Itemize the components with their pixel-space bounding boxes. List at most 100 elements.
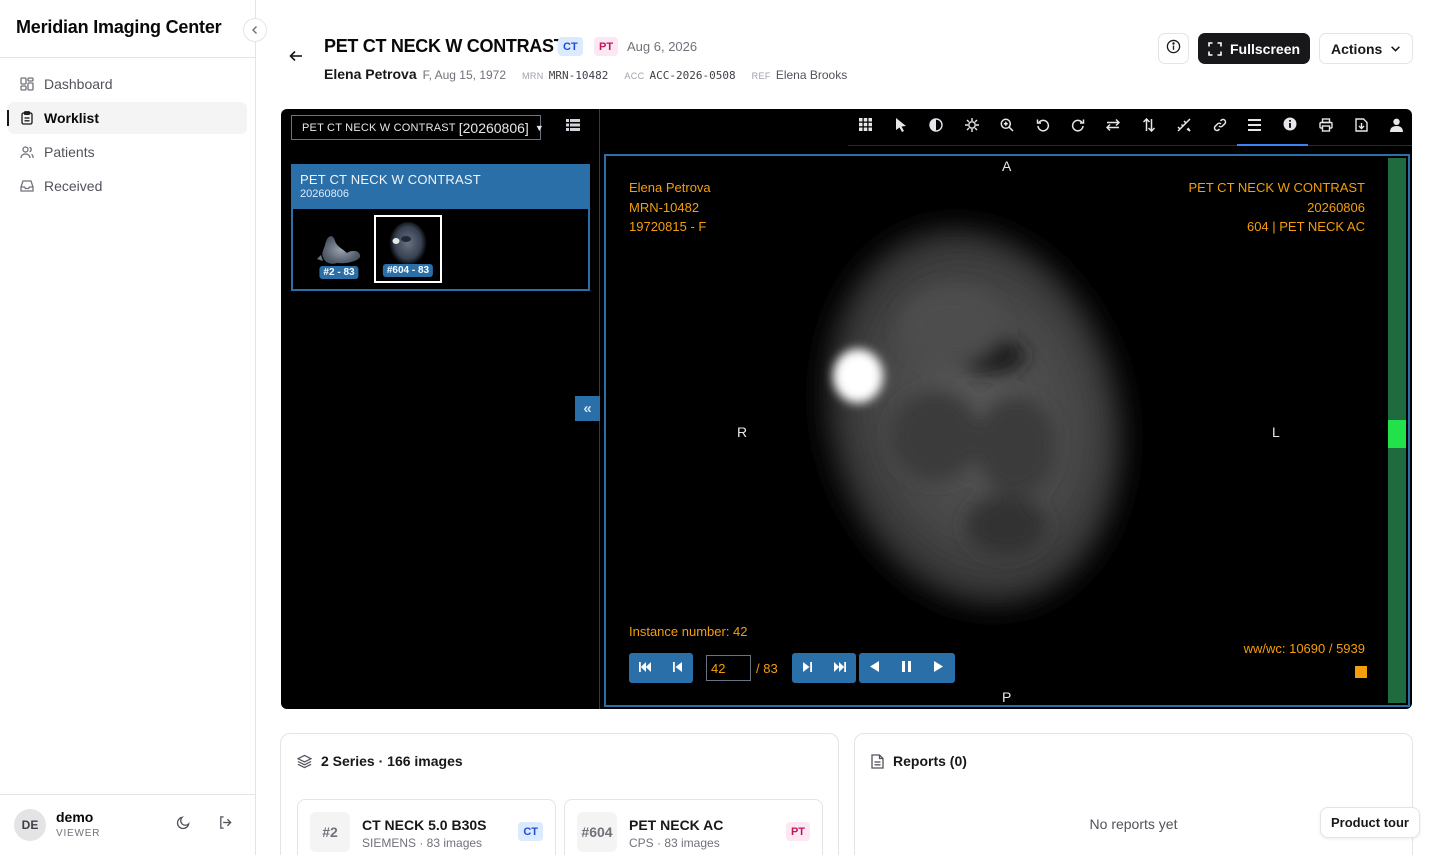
series-modality-badge: PT bbox=[785, 822, 810, 841]
overlay-instance-number: Instance number: 42 bbox=[629, 624, 748, 639]
mrn-label: MRN bbox=[522, 71, 544, 81]
series-thumbnail-pet[interactable]: #604 - 83 bbox=[374, 215, 442, 283]
first-frame-button[interactable] bbox=[629, 653, 661, 683]
series-title: CT NECK 5.0 B30S bbox=[362, 817, 487, 833]
product-tour-button[interactable]: Product tour bbox=[1320, 807, 1420, 838]
zoom-tool[interactable] bbox=[989, 109, 1025, 146]
arrow-left-icon bbox=[289, 49, 303, 68]
frame-number-input[interactable]: 42 bbox=[706, 655, 751, 681]
fullscreen-label: Fullscreen bbox=[1230, 40, 1301, 57]
series-thumbnail-ct[interactable]: #2 - 83 bbox=[305, 215, 373, 283]
pan-tool[interactable] bbox=[954, 109, 990, 146]
page-title: PET CT NECK W CONTRAST bbox=[324, 36, 565, 56]
viewer-toolbar bbox=[848, 109, 1412, 146]
series-number: #2 bbox=[310, 812, 350, 852]
series-item[interactable]: #2 CT NECK 5.0 B30S SIEMENS · 83 images … bbox=[297, 799, 556, 855]
layout-grid-tool[interactable] bbox=[848, 109, 884, 146]
rotate-left-tool[interactable] bbox=[1024, 109, 1061, 146]
flip-vertical-icon bbox=[1142, 117, 1156, 137]
download-icon bbox=[1354, 117, 1368, 137]
rotate-right-icon bbox=[1071, 118, 1085, 137]
last-frame-button[interactable] bbox=[823, 653, 856, 683]
play-button[interactable] bbox=[922, 653, 955, 683]
thumbnail-label: #604 - 83 bbox=[382, 264, 434, 277]
study-select[interactable]: PET CT NECK W CONTRAST [20260806] ▼ bbox=[291, 115, 544, 140]
frame-scrollbar-thumb[interactable] bbox=[1388, 420, 1406, 448]
pause-button[interactable] bbox=[890, 653, 923, 683]
caret-down-icon: ▼ bbox=[534, 122, 544, 133]
play-reverse-button[interactable] bbox=[858, 653, 891, 683]
info-icon bbox=[1283, 117, 1297, 136]
series-number: #604 bbox=[577, 812, 617, 852]
modality-badge-pt: PT bbox=[594, 37, 619, 56]
orientation-top: A bbox=[1002, 158, 1012, 174]
theme-toggle-button[interactable] bbox=[173, 815, 193, 835]
rotate-right-tool[interactable] bbox=[1060, 109, 1096, 146]
sidebar-item-label: Dashboard bbox=[44, 76, 113, 92]
overlay-study-title: PET CT NECK W CONTRAST bbox=[1188, 180, 1365, 195]
overlay-top-right: PET CT NECK W CONTRAST 20260806 604 | PE… bbox=[1189, 178, 1365, 237]
maximize-icon bbox=[1208, 41, 1222, 56]
frame-total: / 83 bbox=[756, 660, 778, 676]
play-reverse-icon bbox=[870, 661, 880, 675]
contrast-tool[interactable] bbox=[918, 109, 955, 146]
layout-grid-icon bbox=[859, 118, 873, 136]
moon-icon bbox=[176, 815, 191, 835]
next-frame-button[interactable] bbox=[791, 653, 824, 683]
sidebar-item-worklist[interactable]: Worklist bbox=[7, 102, 247, 134]
frame-scrollbar[interactable] bbox=[1388, 158, 1406, 703]
flip-vertical-tool[interactable] bbox=[1131, 109, 1167, 146]
series-subtitle: SIEMENS · 83 images bbox=[362, 836, 483, 850]
info-tool[interactable] bbox=[1272, 109, 1309, 146]
play-icon bbox=[934, 661, 944, 675]
study-info-button[interactable] bbox=[1158, 33, 1189, 64]
user-icon bbox=[1390, 118, 1404, 137]
fullscreen-button[interactable]: Fullscreen bbox=[1198, 33, 1310, 64]
logout-button[interactable] bbox=[215, 815, 235, 835]
measure-icon bbox=[1177, 117, 1191, 137]
flip-horizontal-icon bbox=[1106, 118, 1121, 137]
series-modality-badge: CT bbox=[518, 822, 543, 841]
image-viewport[interactable]: Elena Petrova MRN-10482 19720815 - F PET… bbox=[604, 154, 1410, 707]
sidebar-nav: Dashboard Worklist Patients Received bbox=[7, 68, 247, 204]
pan-icon bbox=[964, 117, 979, 137]
study-date: Aug 6, 2026 bbox=[627, 39, 698, 54]
acc-value: ACC-2026-0508 bbox=[649, 69, 736, 82]
flip-horizontal-tool[interactable] bbox=[1095, 109, 1132, 146]
avatar[interactable]: DE bbox=[14, 809, 46, 841]
link-tool[interactable] bbox=[1201, 109, 1238, 146]
list-view-button[interactable] bbox=[564, 118, 582, 136]
menu-tool[interactable] bbox=[1237, 109, 1273, 146]
series-item[interactable]: #604 PET NECK AC CPS · 83 images PT bbox=[564, 799, 823, 855]
panel-collapse-button[interactable]: « bbox=[575, 396, 600, 421]
orientation-bottom: P bbox=[1002, 689, 1012, 705]
step-forward-icon bbox=[803, 661, 813, 675]
pointer-icon bbox=[895, 117, 907, 137]
measure-tool[interactable] bbox=[1166, 109, 1202, 146]
print-tool[interactable] bbox=[1308, 109, 1344, 146]
back-button[interactable] bbox=[286, 48, 306, 68]
download-tool[interactable] bbox=[1343, 109, 1379, 146]
patient-name: Elena Petrova bbox=[324, 66, 417, 82]
dicom-viewer: PET CT NECK W CONTRAST [20260806] ▼ PET … bbox=[281, 109, 1412, 709]
user-tool[interactable] bbox=[1378, 109, 1412, 146]
overlay-dob-sex: 19720815 - F bbox=[629, 219, 707, 234]
series-panel: 2 Series · 166 images #2 CT NECK 5.0 B30… bbox=[280, 733, 839, 855]
orientation-right: L bbox=[1272, 424, 1280, 440]
study-card[interactable]: PET CT NECK W CONTRAST 20260806 #2 - 83 bbox=[291, 164, 590, 291]
pointer-tool[interactable] bbox=[883, 109, 919, 146]
skip-last-icon bbox=[833, 661, 846, 675]
sidebar-item-patients[interactable]: Patients bbox=[8, 136, 247, 168]
sidebar-item-dashboard[interactable]: Dashboard bbox=[8, 68, 247, 100]
ref-value: Elena Brooks bbox=[775, 68, 848, 82]
ref-label: REF bbox=[751, 71, 771, 81]
patient-demographics: F, Aug 15, 1972 bbox=[422, 68, 507, 82]
overlay-window-level: ww/wc: 10690 / 5939 bbox=[1243, 641, 1365, 656]
reports-count: Reports (0) bbox=[893, 753, 967, 769]
actions-dropdown[interactable]: Actions bbox=[1319, 33, 1413, 64]
actions-label: Actions bbox=[1331, 40, 1383, 57]
sidebar-collapse-button[interactable] bbox=[243, 18, 267, 42]
prev-frame-button[interactable] bbox=[661, 653, 693, 683]
study-card-date: 20260806 bbox=[300, 188, 349, 200]
sidebar-item-received[interactable]: Received bbox=[8, 170, 247, 202]
